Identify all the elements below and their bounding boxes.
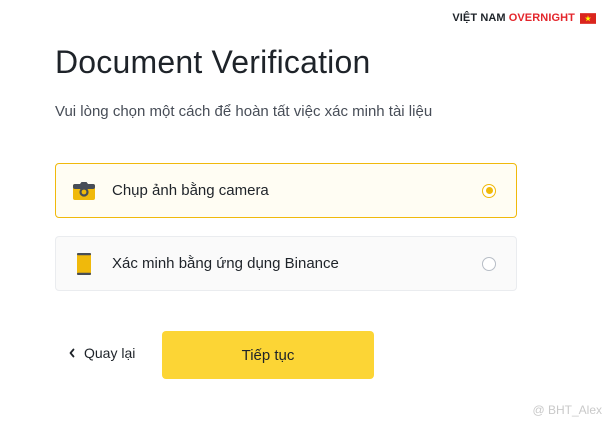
watermark-text: @ BHT_Alex bbox=[532, 403, 602, 417]
page-title: Document Verification bbox=[55, 44, 371, 80]
option-camera-radio[interactable] bbox=[482, 183, 496, 198]
option-binance-app-label: Xác minh bằng ứng dụng Binance bbox=[112, 255, 339, 272]
vietnam-flag-icon bbox=[580, 12, 596, 24]
continue-button[interactable]: Tiếp tục bbox=[162, 331, 374, 379]
camera-icon bbox=[73, 180, 95, 202]
page-subtitle: Vui lòng chọn một cách để hoàn tất việc … bbox=[55, 103, 433, 120]
chevron-left-icon bbox=[69, 348, 75, 358]
option-binance-app[interactable]: Xác minh bằng ứng dụng Binance bbox=[55, 236, 517, 291]
option-binance-app-radio[interactable] bbox=[482, 256, 496, 271]
back-button-label: Quay lại bbox=[84, 345, 136, 361]
option-camera[interactable]: Chụp ảnh bằng camera bbox=[55, 163, 517, 218]
phone-icon bbox=[73, 252, 95, 275]
brand-text-vietnam: VIỆT NAM bbox=[452, 12, 506, 24]
brand-text-overnight: OVERNIGHT bbox=[508, 12, 575, 24]
brand-logo: VIỆT NAM OVERNIGHT bbox=[452, 12, 596, 24]
back-button[interactable]: Quay lại bbox=[68, 345, 135, 361]
option-camera-label: Chụp ảnh bằng camera bbox=[112, 182, 269, 199]
watermark: @ BHT_Alex bbox=[532, 403, 602, 417]
